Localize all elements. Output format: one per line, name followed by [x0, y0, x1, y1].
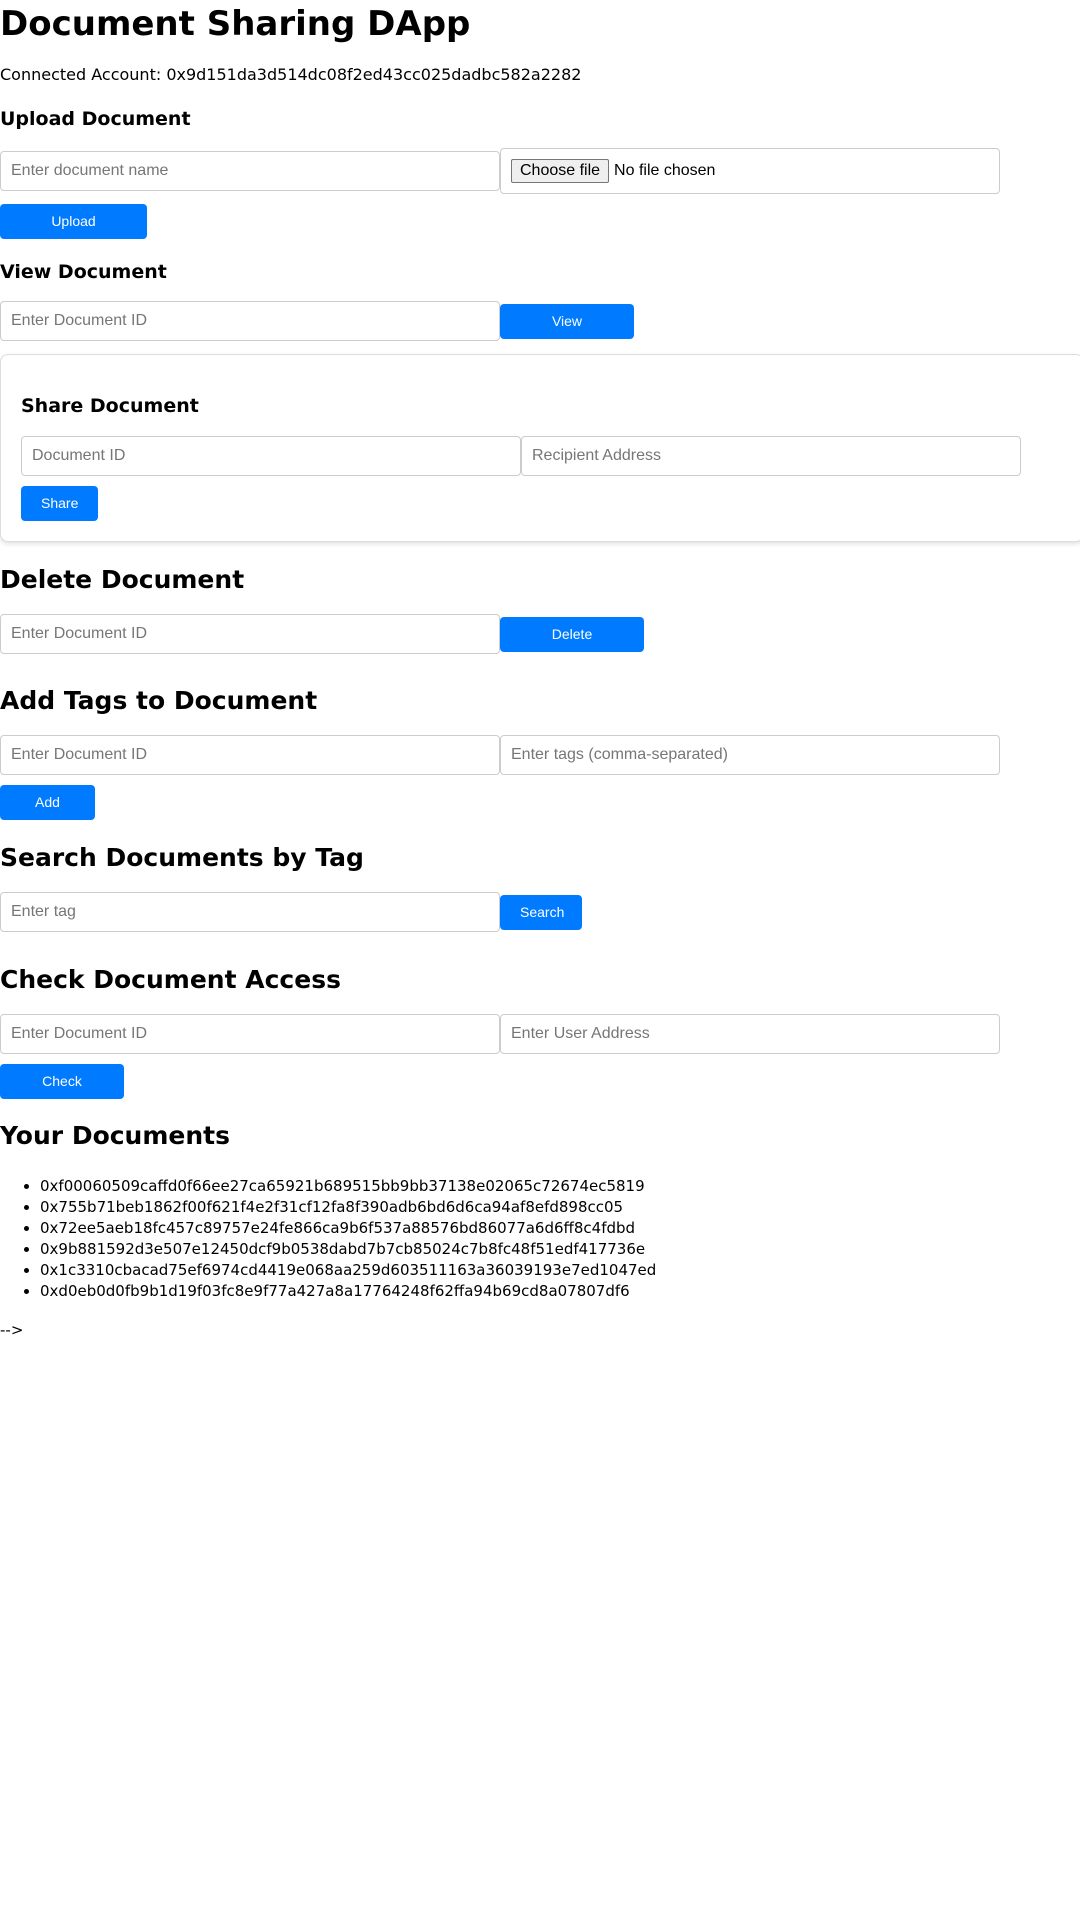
- file-input[interactable]: Choose file No file chosen: [500, 148, 1000, 194]
- tags-input[interactable]: [500, 735, 1000, 775]
- share-heading: Share Document: [21, 395, 199, 417]
- connected-account: Connected Account: 0x9d151da3d514dc08f2e…: [0, 65, 582, 84]
- list-item: 0x72ee5aeb18fc457c89757e24fe866ca9b6f537…: [40, 1218, 656, 1239]
- user-address-input[interactable]: [500, 1014, 1000, 1054]
- check-access-heading: Check Document Access: [0, 965, 341, 994]
- list-item: 0xf00060509caffd0f66ee27ca65921b689515bb…: [40, 1176, 656, 1197]
- add-tags-button[interactable]: Add Tags: [0, 785, 95, 845]
- add-tags-heading: Add Tags to Document: [0, 686, 318, 715]
- view-document-id-input[interactable]: [0, 301, 500, 341]
- search-button[interactable]: Search: [500, 895, 582, 930]
- upload-heading: Upload Document: [0, 108, 191, 130]
- delete-document-id-input[interactable]: [0, 614, 500, 654]
- recipient-address-input[interactable]: [521, 436, 1021, 476]
- access-document-id-input[interactable]: [0, 1014, 500, 1054]
- share-document-card: Share Document Share: [0, 354, 1080, 542]
- your-documents-heading: Your Documents: [0, 1121, 230, 1150]
- delete-heading: Delete Document: [0, 565, 245, 594]
- choose-file-button[interactable]: Choose file: [511, 159, 610, 183]
- share-button[interactable]: Share: [21, 486, 98, 521]
- documents-list: 0xf00060509caffd0f66ee27ca65921b689515bb…: [0, 1176, 656, 1302]
- list-item: 0x1c3310cbacad75ef6974cd4419e068aa259d60…: [40, 1260, 656, 1281]
- file-status: No file chosen: [614, 162, 716, 179]
- check-access-button[interactable]: Check Access: [0, 1064, 124, 1124]
- list-item: 0xd0eb0d0fb9b1d19f03fc8e9f77a427a8a17764…: [40, 1281, 656, 1302]
- view-heading: View Document: [0, 261, 167, 283]
- document-name-input[interactable]: [0, 151, 500, 191]
- search-tag-input[interactable]: [0, 892, 500, 932]
- trailing-text: -->: [0, 1321, 24, 1339]
- list-item: 0x755b71beb1862f00f621f4e2f31cf12fa8f390…: [40, 1197, 656, 1218]
- delete-document-button[interactable]: Delete Document: [500, 617, 644, 677]
- tags-document-id-input[interactable]: [0, 735, 500, 775]
- page-title: Document Sharing DApp: [0, 4, 471, 44]
- view-document-button[interactable]: View Document: [500, 304, 634, 364]
- share-document-id-input[interactable]: [21, 436, 521, 476]
- list-item: 0x9b881592d3e507e12450dcf9b0538dabd7b7cb…: [40, 1239, 656, 1260]
- search-heading: Search Documents by Tag: [0, 843, 364, 872]
- upload-document-button[interactable]: Upload Document: [0, 204, 147, 264]
